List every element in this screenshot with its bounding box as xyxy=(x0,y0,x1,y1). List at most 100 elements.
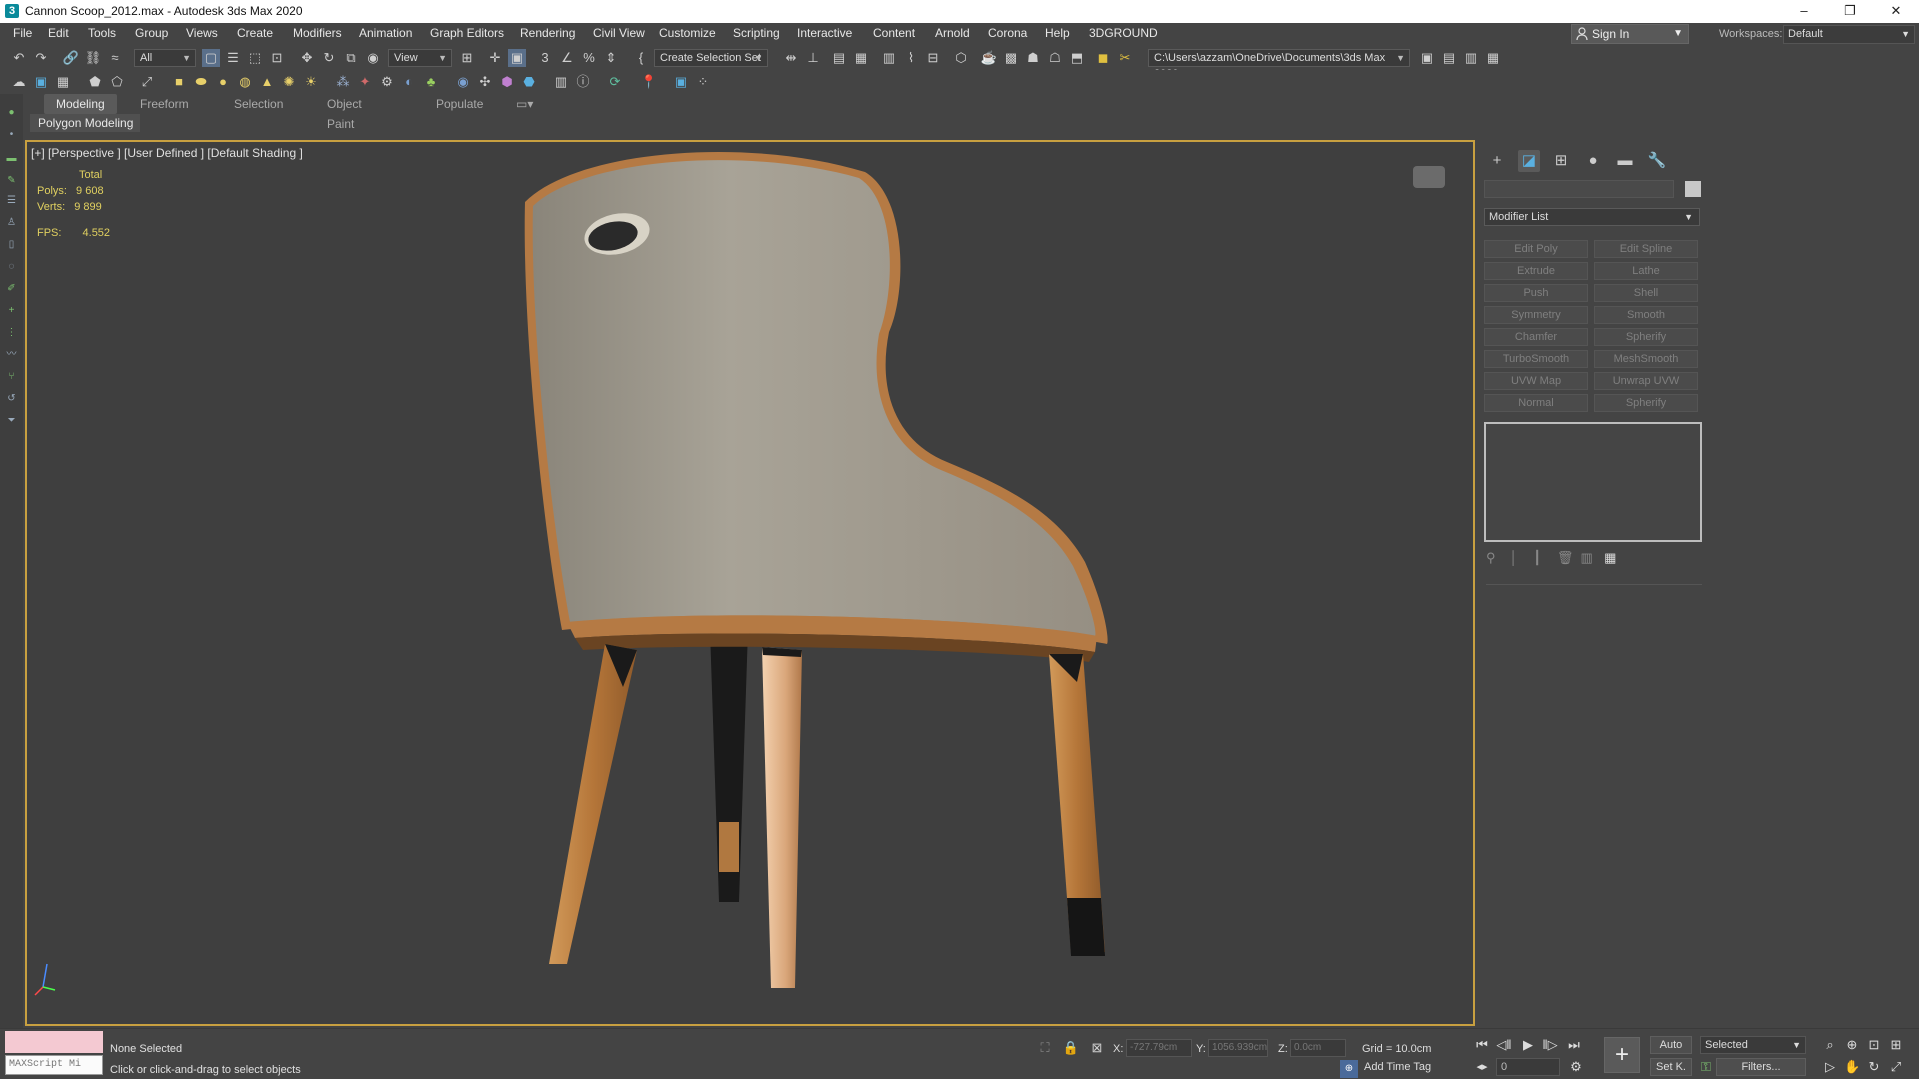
modifier-spherify-2-button[interactable]: Spherify xyxy=(1594,394,1698,412)
save-project-icon[interactable]: ▥ xyxy=(1462,49,1480,67)
fb-icon[interactable]: ▣ xyxy=(672,73,690,91)
field-of-view-icon[interactable]: ▷ xyxy=(1822,1059,1838,1075)
maxscript-input[interactable]: MAXScript Mi xyxy=(5,1055,103,1075)
angle-snap-icon[interactable]: ∠ xyxy=(558,49,576,67)
spacewarp-icon[interactable]: ✦ xyxy=(356,73,374,91)
modifier-turbosmooth-button[interactable]: TurboSmooth xyxy=(1484,350,1588,368)
project-path-dropdown[interactable]: C:\Users\azzam\OneDrive\Documents\3ds Ma… xyxy=(1148,49,1410,80)
edit-named-selection-icon[interactable]: { xyxy=(632,49,650,67)
link-icon[interactable]: 🔗 xyxy=(62,49,80,67)
zoom-all-icon[interactable]: ⊕ xyxy=(1844,1037,1860,1053)
tab-freeform[interactable]: Freeform xyxy=(128,94,201,114)
key-mode-icon[interactable]: ◂▸ xyxy=(1474,1059,1490,1075)
modifier-edit-spline-button[interactable]: Edit Spline xyxy=(1594,240,1698,258)
bulb-icon[interactable]: ♙ xyxy=(5,216,18,229)
torus-icon[interactable]: ◍ xyxy=(236,73,254,91)
minimize-button[interactable]: – xyxy=(1781,0,1827,23)
menu-edit[interactable]: Edit xyxy=(48,26,69,40)
make-unique-icon[interactable]: ┃ xyxy=(1533,550,1553,566)
material-editor-icon[interactable]: ⬡ xyxy=(952,49,970,67)
corona-icon[interactable]: ◼ xyxy=(1094,49,1112,67)
refresh-icon[interactable]: ⟳ xyxy=(606,73,624,91)
menu-create[interactable]: Create xyxy=(237,26,273,40)
modifier-meshsmooth-button[interactable]: MeshSmooth xyxy=(1594,350,1698,368)
window-crossing-icon[interactable]: ⊡ xyxy=(268,49,286,67)
menu-modifiers[interactable]: Modifiers xyxy=(293,26,342,40)
info-icon[interactable]: ⓘ xyxy=(574,73,592,91)
redo-icon[interactable]: ↷ xyxy=(32,49,50,67)
scatter-icon[interactable]: ✣ xyxy=(476,73,494,91)
tab-object-paint[interactable]: Object Paint xyxy=(315,94,374,131)
tab-populate[interactable]: Populate xyxy=(424,94,495,114)
configure-modifier-sets-icon[interactable]: ▦ xyxy=(1604,550,1624,566)
create-tab-icon[interactable]: + xyxy=(1486,150,1508,172)
modifier-smooth-button[interactable]: Smooth xyxy=(1594,306,1698,324)
orbit-icon[interactable]: ◌ xyxy=(5,260,18,273)
scene-explorer-toggle-icon[interactable]: ☁ xyxy=(10,73,28,91)
remove-modifier-icon[interactable]: 🗑 xyxy=(1557,550,1577,566)
key-selection-dropdown[interactable]: Selected ▼ xyxy=(1700,1036,1806,1054)
menu-help[interactable]: Help xyxy=(1045,26,1070,40)
menu-customize[interactable]: Customize xyxy=(659,26,716,40)
table-icon[interactable]: ▥ xyxy=(552,73,570,91)
pin-stack-icon[interactable]: ⚲ xyxy=(1486,550,1506,566)
create-icon[interactable]: ● xyxy=(5,106,18,119)
cone-icon[interactable]: ▲ xyxy=(258,73,276,91)
go-to-end-icon[interactable]: ⏭ xyxy=(1566,1037,1582,1053)
menu-civil-view[interactable]: Civil View xyxy=(593,26,645,40)
cylinder-icon[interactable]: ⬬ xyxy=(192,73,210,91)
lock-selection-icon[interactable]: 🔒 xyxy=(1062,1039,1080,1057)
place-icon[interactable]: ◉ xyxy=(364,49,382,67)
tab-selection[interactable]: Selection xyxy=(222,94,295,114)
sphere-icon[interactable]: ● xyxy=(214,73,232,91)
set-key-button[interactable]: Set K. xyxy=(1650,1058,1692,1076)
time-configuration-icon[interactable]: ⚙ xyxy=(1568,1059,1584,1075)
align-icon[interactable]: ⊥ xyxy=(804,49,822,67)
modifier-chamfer-button[interactable]: Chamfer xyxy=(1484,328,1588,346)
menu-animation[interactable]: Animation xyxy=(359,26,412,40)
box-icon[interactable]: ■ xyxy=(170,73,188,91)
wave-icon[interactable]: 〰 xyxy=(5,348,18,361)
edit-icon[interactable]: ✎ xyxy=(5,174,18,187)
select-manipulate-icon[interactable]: ✛ xyxy=(486,49,504,67)
keyboard-shortcut-icon[interactable]: ▣ xyxy=(508,49,526,67)
shape-create-icon[interactable]: ⬠ xyxy=(108,73,126,91)
move-icon[interactable]: ✥ xyxy=(298,49,316,67)
close-button[interactable]: ✕ xyxy=(1873,0,1919,23)
material-ball-icon[interactable]: ◉ xyxy=(454,73,472,91)
absolute-mode-icon[interactable]: ⊠ xyxy=(1088,1039,1106,1057)
plus-icon[interactable]: + xyxy=(5,304,18,317)
foliage-icon[interactable]: ♣ xyxy=(422,73,440,91)
modifier-extrude-button[interactable]: Extrude xyxy=(1484,262,1588,280)
zoom-icon[interactable]: ⌕ xyxy=(1822,1037,1838,1053)
curve-editor-icon[interactable]: ⌇ xyxy=(902,49,920,67)
perspective-viewport[interactable]: [+] [Perspective ] [User Defined ] [Defa… xyxy=(25,140,1475,1026)
maximize-viewport-icon[interactable]: ⤢ xyxy=(1888,1059,1904,1075)
snaps-toggle-icon[interactable]: 3 xyxy=(536,49,554,67)
current-frame-field[interactable]: 0 xyxy=(1496,1058,1560,1076)
modifier-list-dropdown[interactable]: Modifier List ▼ xyxy=(1484,208,1700,226)
delete-icon[interactable]: ▥ xyxy=(1581,550,1601,566)
pan-icon[interactable]: ✋ xyxy=(1844,1059,1860,1075)
time-tag-icon[interactable]: ⊕ xyxy=(1340,1060,1358,1078)
play-icon[interactable]: ▶ xyxy=(1520,1037,1536,1053)
doc-icon[interactable]: ▯ xyxy=(5,238,18,251)
sign-in-button[interactable]: Sign In ▼ xyxy=(1571,24,1689,44)
geometry-create-icon[interactable]: ⬟ xyxy=(86,73,104,91)
ribbon-toggle-icon[interactable]: ▥ xyxy=(880,49,898,67)
menu-arnold[interactable]: Arnold xyxy=(935,26,970,40)
menu-corona[interactable]: Corona xyxy=(988,26,1027,40)
scale-icon[interactable]: ⧉ xyxy=(342,49,360,67)
rendered-frame-icon[interactable]: ▩ xyxy=(1002,49,1020,67)
z-coordinate-field[interactable]: 0.0cm xyxy=(1290,1039,1346,1057)
helper-icon[interactable]: ⤢ xyxy=(138,73,156,91)
layer-explorer-icon[interactable]: ▦ xyxy=(852,49,870,67)
proxy-icon[interactable]: ⬢ xyxy=(498,73,516,91)
modifier-edit-poly-button[interactable]: Edit Poly xyxy=(1484,240,1588,258)
sun-icon[interactable]: ☀ xyxy=(302,73,320,91)
viewport-layout-icon[interactable]: ▣ xyxy=(32,73,50,91)
scissors-icon[interactable]: ✂ xyxy=(1116,49,1134,67)
set-key-big-button[interactable]: + xyxy=(1604,1037,1640,1073)
menu-file[interactable]: File xyxy=(13,26,32,40)
modifier-stack-list[interactable] xyxy=(1484,422,1702,542)
